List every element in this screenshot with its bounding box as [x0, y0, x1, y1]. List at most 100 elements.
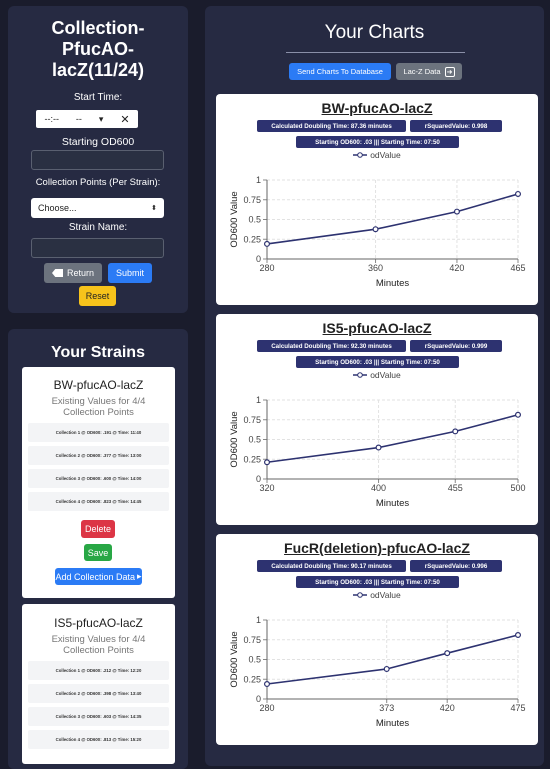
y-tick-label: 0.5 [248, 655, 261, 665]
updown-chevron-icon: ⬍ [151, 205, 157, 212]
start-time-input[interactable]: --:-- -- ▾ ✕ [36, 110, 138, 128]
strain-name-input[interactable] [31, 238, 164, 258]
existing-values-line1: Existing Values for 4/4 [51, 634, 146, 645]
clear-icon[interactable]: ✕ [120, 113, 129, 126]
x-tick-label: 320 [259, 483, 274, 493]
collection-item: Collection 4 @ OD600: .813 @ Time: 15:20 [28, 730, 169, 749]
starting-od-input[interactable] [31, 150, 164, 170]
y-axis-label: OD600 Value [229, 631, 240, 687]
charts-title: Your Charts [324, 22, 425, 43]
add-collection-data-button[interactable]: Add Collection Data ▸ [55, 568, 142, 585]
x-tick-label: 420 [449, 263, 464, 273]
collection-title: Collection- PfucAO- lacZ(11/24) [8, 18, 188, 81]
collection-form-panel: Collection- PfucAO- lacZ(11/24) Start Ti… [8, 6, 188, 313]
y-tick-label: 0.75 [243, 195, 261, 205]
submit-button[interactable]: Submit [108, 263, 152, 283]
collection-points-label: Collection Points (Per Strain): [35, 177, 161, 188]
start-time-ampm: -- [75, 114, 82, 124]
lacz-data-button[interactable]: Lac-Z Data ➜ [396, 63, 462, 80]
data-point [372, 226, 379, 233]
y-tick-label: 0.25 [243, 674, 261, 684]
collection-title-line1: Collection- [51, 18, 145, 38]
y-axis-label: OD600 Value [229, 411, 240, 467]
existing-values-line1: Existing Values for 4/4 [51, 396, 146, 407]
y-axis-label: OD600 Value [229, 191, 240, 247]
data-point [515, 411, 522, 418]
backspace-icon [51, 269, 63, 277]
line-chart: 00.250.50.751320 400 455 500MinutesOD600 Va… [229, 395, 526, 509]
existing-values-text: Existing Values for 4/4 Collection Point… [22, 396, 175, 418]
y-tick-label: 0.75 [243, 415, 261, 425]
charts-panel: Your Charts Send Charts To Database Lac-… [205, 6, 544, 766]
lacz-data-label: Lac-Z Data [403, 67, 441, 76]
y-tick-label: 1 [256, 615, 261, 625]
collection-points-select[interactable]: Choose... ⬍ [31, 198, 164, 218]
x-tick-label: 280 [259, 263, 274, 273]
data-point [263, 459, 270, 466]
data-point [263, 240, 270, 247]
data-point [453, 208, 460, 215]
collection-item: Collection 2 @ OD600: .377 @ Time: 13:00 [28, 446, 169, 465]
x-tick-label: 455 [448, 483, 463, 493]
start-time-value: --:-- [44, 114, 59, 124]
strain-card: BW-pfucAO-lacZ Existing Values for 4/4 C… [22, 367, 175, 598]
existing-values-line2: Collection Points [63, 645, 134, 656]
y-tick-label: 0.75 [243, 635, 261, 645]
x-axis-label: Minutes [376, 498, 410, 509]
data-point [515, 190, 522, 197]
chart-card-2: FucR(deletion)-pfucAO-lacZ Calculated Do… [216, 534, 538, 745]
starting-od-label: Starting OD600 [61, 136, 135, 148]
reset-button-label: Reset [85, 291, 110, 301]
data-point [383, 665, 390, 672]
reset-button[interactable]: Reset [79, 286, 116, 306]
y-tick-label: 0.5 [248, 215, 261, 225]
collection-item: Collection 4 @ OD600: .823 @ Time: 14:45 [28, 492, 169, 511]
y-tick-label: 1 [256, 395, 261, 405]
delete-button[interactable]: Delete [81, 520, 115, 538]
y-tick-label: 1 [256, 175, 261, 185]
line-chart: 00.250.50.751280 360 420 465MinutesOD600 Va… [229, 175, 526, 289]
x-tick-label: 420 [440, 703, 455, 713]
charts-title-divider [286, 52, 465, 53]
x-tick-label: 400 [371, 483, 386, 493]
return-button[interactable]: Return [44, 263, 102, 283]
strain-name: IS5-pfucAO-lacZ [54, 616, 143, 630]
collection-item: Collection 1 @ OD600: .212 @ Time: 12:20 [28, 661, 169, 680]
line-chart: 00.250.50.751280 373 420 475MinutesOD600 Va… [229, 615, 526, 729]
x-axis-label: Minutes [376, 718, 410, 729]
chart-card-1: IS5-pfucAO-lacZ Calculated Doubling Time… [216, 314, 538, 525]
data-point [263, 680, 270, 687]
chart-card-0: BW-pfucAO-lacZ Calculated Doubling Time:… [216, 94, 538, 305]
save-button[interactable]: Save [84, 544, 112, 561]
existing-values-line2: Collection Points [63, 407, 134, 418]
add-collection-data-label: Add Collection Data [55, 571, 135, 582]
strain-name-label: Strain Name: [68, 222, 128, 233]
strain-card: IS5-pfucAO-lacZ Existing Values for 4/4 … [22, 604, 175, 764]
x-axis-label: Minutes [376, 278, 410, 289]
data-point [444, 650, 451, 657]
caret-right-icon: ▸ [137, 571, 142, 581]
chevron-down-icon: ▾ [98, 113, 104, 124]
x-tick-label: 373 [379, 703, 394, 713]
submit-button-label: Submit [115, 268, 144, 278]
x-tick-label: 500 [510, 483, 525, 493]
data-point [452, 428, 459, 435]
x-tick-label: 360 [368, 263, 383, 273]
send-charts-button[interactable]: Send Charts To Database [289, 63, 391, 80]
x-tick-label: 475 [510, 703, 525, 713]
series-line [266, 413, 519, 464]
collection-title-line3: lacZ(11/24) [51, 60, 145, 80]
y-tick-label: 0.5 [248, 435, 261, 445]
data-point [515, 632, 522, 639]
existing-values-text: Existing Values for 4/4 Collection Point… [22, 634, 175, 656]
x-tick-label: 465 [510, 263, 525, 273]
data-point [375, 444, 382, 451]
strains-panel: Your Strains BW-pfucAO-lacZ Existing Val… [8, 329, 188, 769]
strains-title: Your Strains [51, 344, 145, 361]
collection-item: Collection 2 @ OD600: .398 @ Time: 13:40 [28, 684, 169, 703]
y-tick-label: 0.25 [243, 234, 261, 244]
collection-item: Collection 3 @ OD600: .600 @ Time: 14:00 [28, 469, 169, 488]
collection-title-line2: PfucAO- [62, 39, 134, 59]
start-time-label: Start Time: [73, 92, 123, 103]
series-line [266, 193, 519, 245]
